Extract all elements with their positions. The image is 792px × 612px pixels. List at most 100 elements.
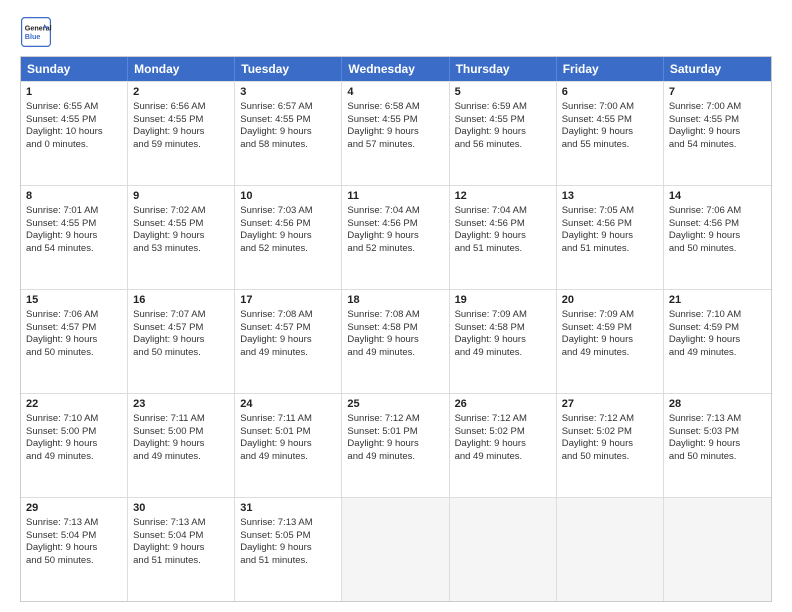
day-info-line: Daylight: 9 hours (455, 126, 551, 139)
day-info-line: Daylight: 9 hours (26, 542, 122, 555)
day-info-line: Sunrise: 6:55 AM (26, 101, 122, 114)
day-number: 25 (347, 397, 443, 412)
day-info-line: and 50 minutes. (669, 243, 766, 256)
calendar-cell: 23Sunrise: 7:11 AMSunset: 5:00 PMDayligh… (128, 394, 235, 497)
day-info-line: Sunset: 5:02 PM (562, 426, 658, 439)
day-info-line: Sunrise: 7:12 AM (562, 413, 658, 426)
cal-header-cell: Sunday (21, 57, 128, 81)
page: General Blue SundayMondayTuesdayWednesda… (0, 0, 792, 612)
day-info-line: Sunset: 4:58 PM (347, 322, 443, 335)
day-info-line: Sunset: 4:55 PM (240, 114, 336, 127)
day-number: 1 (26, 85, 122, 100)
day-number: 2 (133, 85, 229, 100)
cal-header-cell: Friday (557, 57, 664, 81)
day-info-line: Sunrise: 7:07 AM (133, 309, 229, 322)
day-info-line: Sunrise: 6:56 AM (133, 101, 229, 114)
calendar-cell: 28Sunrise: 7:13 AMSunset: 5:03 PMDayligh… (664, 394, 771, 497)
day-number: 6 (562, 85, 658, 100)
day-number: 3 (240, 85, 336, 100)
day-info-line: Sunrise: 7:06 AM (26, 309, 122, 322)
calendar-cell: 13Sunrise: 7:05 AMSunset: 4:56 PMDayligh… (557, 186, 664, 289)
day-number: 27 (562, 397, 658, 412)
day-number: 26 (455, 397, 551, 412)
calendar-cell: 20Sunrise: 7:09 AMSunset: 4:59 PMDayligh… (557, 290, 664, 393)
day-info-line: Daylight: 9 hours (347, 126, 443, 139)
day-info-line: and 51 minutes. (562, 243, 658, 256)
day-info-line: and 49 minutes. (455, 451, 551, 464)
cal-header-cell: Thursday (450, 57, 557, 81)
day-info-line: and 54 minutes. (26, 243, 122, 256)
calendar-cell: 30Sunrise: 7:13 AMSunset: 5:04 PMDayligh… (128, 498, 235, 601)
day-info-line: Sunset: 4:55 PM (347, 114, 443, 127)
day-number: 20 (562, 293, 658, 308)
day-number: 29 (26, 501, 122, 516)
calendar-cell: 16Sunrise: 7:07 AMSunset: 4:57 PMDayligh… (128, 290, 235, 393)
day-info-line: Daylight: 9 hours (562, 438, 658, 451)
calendar-cell: 17Sunrise: 7:08 AMSunset: 4:57 PMDayligh… (235, 290, 342, 393)
day-info-line: Sunset: 4:59 PM (669, 322, 766, 335)
day-info-line: Sunrise: 7:12 AM (347, 413, 443, 426)
day-info-line: Sunset: 5:00 PM (133, 426, 229, 439)
day-info-line: Sunrise: 6:59 AM (455, 101, 551, 114)
calendar-row: 22Sunrise: 7:10 AMSunset: 5:00 PMDayligh… (21, 393, 771, 497)
day-info-line: and 58 minutes. (240, 139, 336, 152)
day-info-line: Sunset: 4:56 PM (240, 218, 336, 231)
day-info-line: Sunrise: 7:12 AM (455, 413, 551, 426)
day-info-line: Sunrise: 7:10 AM (669, 309, 766, 322)
day-info-line: Sunset: 5:05 PM (240, 530, 336, 543)
day-info-line: Sunrise: 7:00 AM (669, 101, 766, 114)
cal-header-cell: Monday (128, 57, 235, 81)
day-info-line: Daylight: 9 hours (669, 126, 766, 139)
day-number: 7 (669, 85, 766, 100)
day-number: 18 (347, 293, 443, 308)
day-info-line: Sunset: 5:04 PM (133, 530, 229, 543)
day-number: 4 (347, 85, 443, 100)
day-info-line: Sunset: 4:55 PM (562, 114, 658, 127)
calendar-cell: 12Sunrise: 7:04 AMSunset: 4:56 PMDayligh… (450, 186, 557, 289)
day-info-line: Sunset: 4:55 PM (133, 114, 229, 127)
day-info-line: and 59 minutes. (133, 139, 229, 152)
day-info-line: and 49 minutes. (455, 347, 551, 360)
day-info-line: and 49 minutes. (133, 451, 229, 464)
day-info-line: Sunrise: 7:09 AM (455, 309, 551, 322)
calendar-cell: 27Sunrise: 7:12 AMSunset: 5:02 PMDayligh… (557, 394, 664, 497)
cal-header-cell: Saturday (664, 57, 771, 81)
calendar-cell: 24Sunrise: 7:11 AMSunset: 5:01 PMDayligh… (235, 394, 342, 497)
day-info-line: Sunset: 4:56 PM (669, 218, 766, 231)
day-info-line: Sunset: 5:02 PM (455, 426, 551, 439)
day-info-line: and 50 minutes. (133, 347, 229, 360)
day-info-line: Sunrise: 7:04 AM (455, 205, 551, 218)
calendar-cell: 5Sunrise: 6:59 AMSunset: 4:55 PMDaylight… (450, 82, 557, 185)
day-info-line: Daylight: 9 hours (455, 438, 551, 451)
day-info-line: Sunrise: 7:00 AM (562, 101, 658, 114)
day-info-line: Sunset: 4:55 PM (669, 114, 766, 127)
calendar-cell: 31Sunrise: 7:13 AMSunset: 5:05 PMDayligh… (235, 498, 342, 601)
day-number: 13 (562, 189, 658, 204)
day-info-line: and 56 minutes. (455, 139, 551, 152)
calendar-cell: 8Sunrise: 7:01 AMSunset: 4:55 PMDaylight… (21, 186, 128, 289)
calendar-cell: 19Sunrise: 7:09 AMSunset: 4:58 PMDayligh… (450, 290, 557, 393)
day-info-line: and 54 minutes. (669, 139, 766, 152)
calendar-cell (342, 498, 449, 601)
calendar-cell: 11Sunrise: 7:04 AMSunset: 4:56 PMDayligh… (342, 186, 449, 289)
calendar-cell: 3Sunrise: 6:57 AMSunset: 4:55 PMDaylight… (235, 82, 342, 185)
day-info-line: Daylight: 9 hours (669, 230, 766, 243)
day-info-line: Daylight: 9 hours (133, 542, 229, 555)
day-info-line: Sunset: 4:59 PM (562, 322, 658, 335)
day-info-line: and 50 minutes. (669, 451, 766, 464)
calendar-row: 15Sunrise: 7:06 AMSunset: 4:57 PMDayligh… (21, 289, 771, 393)
day-number: 22 (26, 397, 122, 412)
day-info-line: Sunrise: 7:13 AM (669, 413, 766, 426)
day-info-line: Daylight: 9 hours (562, 126, 658, 139)
calendar-cell: 7Sunrise: 7:00 AMSunset: 4:55 PMDaylight… (664, 82, 771, 185)
day-info-line: Sunrise: 7:04 AM (347, 205, 443, 218)
day-number: 10 (240, 189, 336, 204)
day-info-line: Sunset: 4:56 PM (562, 218, 658, 231)
day-info-line: Daylight: 9 hours (133, 334, 229, 347)
day-info-line: and 51 minutes. (133, 555, 229, 568)
calendar-row: 29Sunrise: 7:13 AMSunset: 5:04 PMDayligh… (21, 497, 771, 601)
day-info-line: and 49 minutes. (347, 347, 443, 360)
day-info-line: and 52 minutes. (240, 243, 336, 256)
day-info-line: Sunset: 4:58 PM (455, 322, 551, 335)
day-info-line: Daylight: 9 hours (455, 334, 551, 347)
